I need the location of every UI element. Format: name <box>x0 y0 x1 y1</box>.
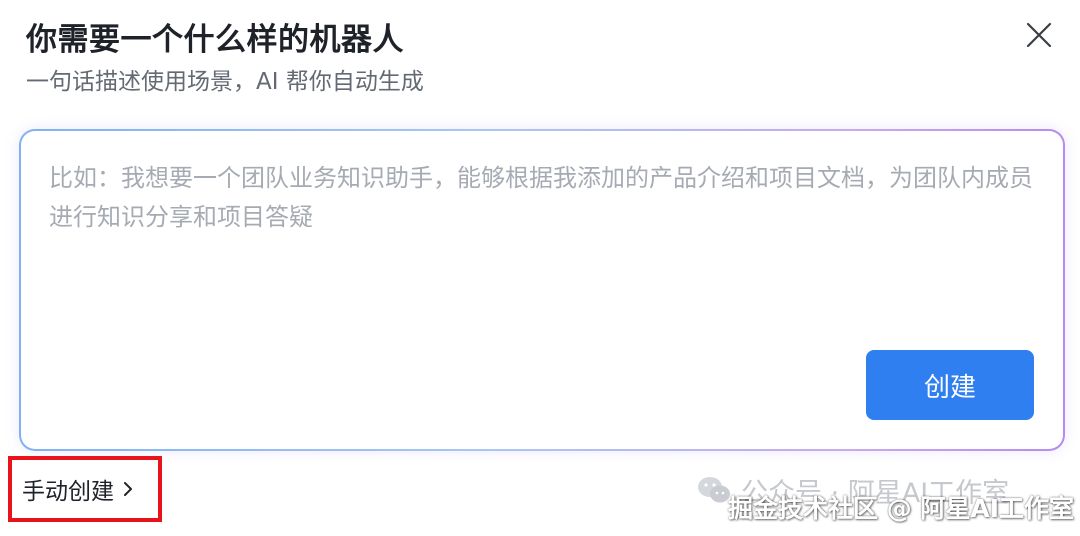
create-button[interactable]: 创建 <box>866 350 1034 420</box>
dialog-title: 你需要一个什么样的机器人 <box>26 22 404 58</box>
manual-create-label: 手动创建 <box>22 479 114 505</box>
chevron-right-icon <box>122 480 134 498</box>
close-button[interactable] <box>1024 20 1054 50</box>
manual-create-link[interactable]: 手动创建 <box>8 456 162 522</box>
prompt-input-container: 创建 <box>21 131 1063 449</box>
prompt-input[interactable] <box>49 159 1033 339</box>
dialog-subtitle: 一句话描述使用场景，AI 帮你自动生成 <box>26 69 424 95</box>
robot-create-dialog: 你需要一个什么样的机器人 一句话描述使用场景，AI 帮你自动生成 创建 手动创建 <box>0 0 1080 536</box>
prompt-input-frame: 创建 <box>19 129 1065 451</box>
wechat-icon <box>698 477 730 503</box>
close-icon <box>1026 22 1052 48</box>
watermark-site-text: 掘金技术社区 @ 阿星AI工作室 <box>728 494 1075 523</box>
